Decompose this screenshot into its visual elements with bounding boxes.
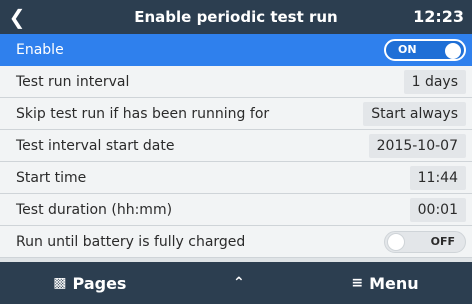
setting-label: Enable [16,42,64,58]
back-chevron-icon[interactable]: ❮ [0,0,34,34]
top-bar: ❮ Enable periodic test run 12:23 [0,0,472,34]
menu-label: Menu [369,273,419,293]
bar-chart-icon: ▩ [53,275,67,291]
setting-row-skip-test-run[interactable]: Skip test run if has been running for St… [0,98,472,130]
page-title: Enable periodic test run [134,8,338,26]
toggle-state-label: ON [398,43,417,56]
setting-row-run-until-charged[interactable]: Run until battery is fully charged OFF [0,226,472,258]
setting-value[interactable]: 11:44 [409,165,466,190]
clock: 12:23 [413,7,464,26]
pages-label: Pages [72,273,127,293]
setting-row-test-run-interval[interactable]: Test run interval 1 days [0,66,472,98]
setting-value[interactable]: Start always [363,101,466,126]
setting-value[interactable]: 2015-10-07 [368,133,466,158]
toggle-state-label: OFF [430,234,455,248]
setting-value[interactable]: 1 days [403,69,466,94]
toggle-knob [445,43,461,59]
up-button[interactable]: ⌃ [233,275,245,291]
setting-label: Start time [16,169,87,186]
settings-list: Enable ON Test run interval 1 days Skip … [0,34,472,262]
menu-icon: ≡ [351,275,364,291]
setting-value[interactable]: 00:01 [409,197,466,222]
setting-row-start-time[interactable]: Start time 11:44 [0,162,472,194]
chevron-up-icon: ⌃ [233,275,245,291]
setting-label: Test run interval [16,73,130,90]
menu-button[interactable]: ≡ Menu [351,274,418,293]
pages-button[interactable]: ▩ Pages [53,274,126,293]
setting-row-enable[interactable]: Enable ON [0,34,472,66]
setting-row-start-date[interactable]: Test interval start date 2015-10-07 [0,130,472,162]
toggle-knob [387,232,405,251]
setting-label: Test duration (hh:mm) [16,201,173,218]
run-until-charged-toggle[interactable]: OFF [384,230,466,253]
setting-label: Skip test run if has been running for [16,105,270,122]
enable-toggle[interactable]: ON [384,39,466,61]
setting-label: Run until battery is fully charged [16,233,246,250]
setting-row-test-duration[interactable]: Test duration (hh:mm) 00:01 [0,194,472,226]
bottom-bar: ▩ Pages ⌃ ≡ Menu [0,262,472,304]
setting-label: Test interval start date [16,137,175,154]
